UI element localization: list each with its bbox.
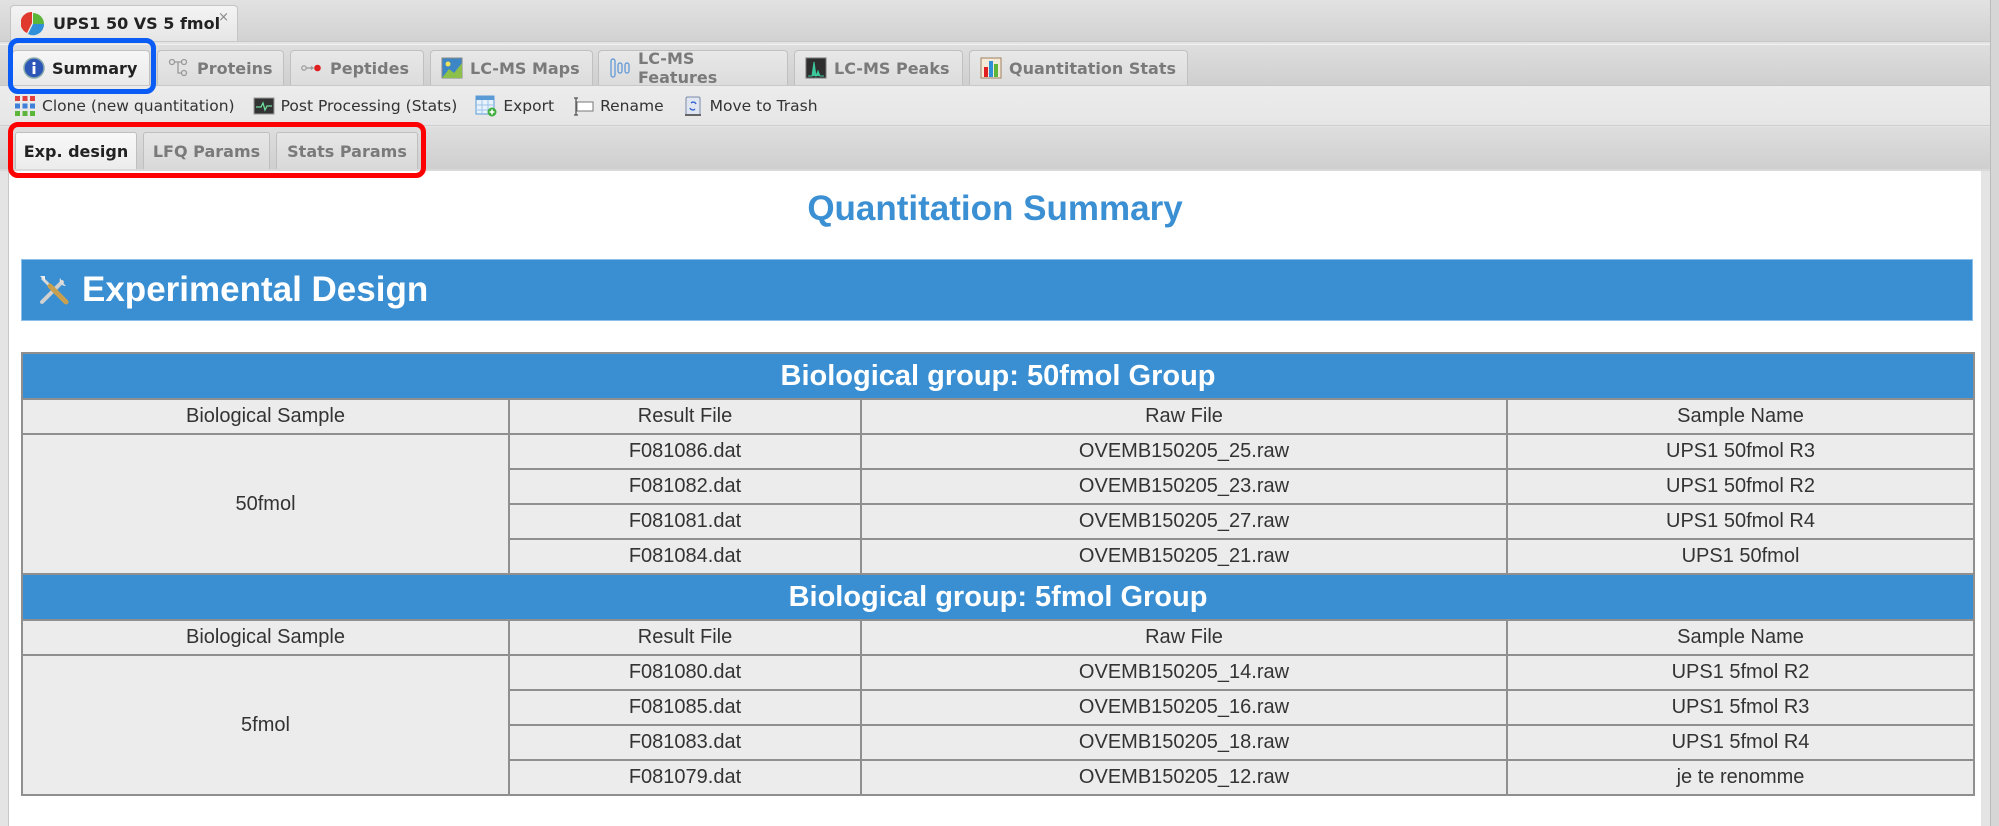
column-header: Biological Sample xyxy=(21,398,510,435)
tab-summary-label: Summary xyxy=(52,58,138,78)
tab-lcms-maps[interactable]: LC-MS Maps xyxy=(430,50,593,85)
sample-name-cell: UPS1 5fmol R4 xyxy=(1506,724,1975,761)
group-title: Biological group: 50fmol Group xyxy=(21,352,1975,400)
section-title: Experimental Design xyxy=(82,270,429,309)
clone-button[interactable]: Clone (new quantitation) xyxy=(14,95,235,117)
features-icon xyxy=(609,57,631,79)
quantitation-pie-icon xyxy=(21,11,45,35)
raw-file-cell: OVEMB150205_14.raw xyxy=(860,654,1508,691)
result-file-cell: F081080.dat xyxy=(508,654,862,691)
column-header: Raw File xyxy=(860,619,1508,656)
sample-name-cell: UPS1 50fmol R2 xyxy=(1506,468,1975,505)
column-header: Result File xyxy=(508,398,862,435)
group-header-row: Biological group: 5fmol Group xyxy=(21,573,1975,621)
result-file-cell: F081084.dat xyxy=(508,538,862,575)
move-to-trash-button[interactable]: Move to Trash xyxy=(682,95,818,117)
table-row: 50fmol F081086.dat OVEMB150205_25.raw UPS1 … xyxy=(21,433,1975,575)
peptide-icon xyxy=(301,57,323,79)
raw-file-cell: OVEMB150205_23.raw xyxy=(860,468,1508,505)
tab-proteins[interactable]: Proteins xyxy=(157,50,284,85)
tab-summary[interactable]: Summary xyxy=(12,50,150,85)
raw-file-cell: OVEMB150205_18.raw xyxy=(860,724,1508,761)
tab-exp-design[interactable]: Exp. design xyxy=(15,132,137,169)
raw-file-cell: OVEMB150205_16.raw xyxy=(860,689,1508,726)
sample-name-cell: je te renomme xyxy=(1506,759,1975,796)
tab-lcms-features-label: LC-MS Features xyxy=(638,49,718,87)
raw-file-cell: OVEMB150205_12.raw xyxy=(860,759,1508,796)
column-header: Result File xyxy=(508,619,862,656)
raw-file-cell: OVEMB150205_21.raw xyxy=(860,538,1508,575)
tab-peptides[interactable]: Peptides xyxy=(290,50,424,85)
main-tab-bar: Summary Proteins Peptides LC-MS Maps LC-… xyxy=(0,44,1990,87)
group-header-row: Biological group: 50fmol Group xyxy=(21,352,1975,400)
document-tab[interactable]: UPS1 50 VS 5 fmol × xyxy=(10,5,238,41)
tab-lfq-params-label: LFQ Params xyxy=(152,141,261,161)
app-frame: UPS1 50 VS 5 fmol × Summary Proteins Pep… xyxy=(0,0,1991,826)
move-to-trash-button-label: Move to Trash xyxy=(709,96,818,115)
tab-quantitation-stats-label: Quantitation Stats xyxy=(1009,58,1176,78)
experimental-design-header: Experimental Design xyxy=(21,259,1973,321)
document-tab-title: UPS1 50 VS 5 fmol xyxy=(53,14,221,33)
tab-lcms-peaks-label: LC-MS Peaks xyxy=(834,58,950,78)
column-header: Raw File xyxy=(860,398,1508,435)
result-file-cell: F081082.dat xyxy=(508,468,862,505)
tab-stats-params-label: Stats Params xyxy=(287,141,407,161)
close-tab-icon[interactable]: × xyxy=(218,10,229,25)
export-button[interactable]: Export xyxy=(475,95,554,117)
column-header-row: Biological Sample Result File Raw File Samp… xyxy=(21,398,1975,435)
result-file-cell: F081083.dat xyxy=(508,724,862,761)
raw-file-cell: OVEMB150205_27.raw xyxy=(860,503,1508,540)
rename-button-label: Rename xyxy=(600,96,664,115)
page-title: Quantitation Summary xyxy=(807,189,1183,228)
rename-button[interactable]: Rename xyxy=(572,95,664,117)
info-icon xyxy=(23,57,45,79)
column-header: Sample Name xyxy=(1506,398,1975,435)
tab-exp-design-label: Exp. design xyxy=(23,141,129,161)
tab-lfq-params[interactable]: LFQ Params xyxy=(143,132,270,169)
tab-lcms-features[interactable]: LC-MS Features xyxy=(598,49,788,87)
rename-icon xyxy=(572,95,594,117)
sample-name-cell: UPS1 50fmol R4 xyxy=(1506,503,1975,540)
column-header: Sample Name xyxy=(1506,619,1975,656)
protein-tree-icon xyxy=(168,57,190,79)
result-file-cell: F081081.dat xyxy=(508,503,862,540)
bar-chart-icon xyxy=(980,57,1002,79)
peaks-icon xyxy=(805,57,827,79)
result-file-cell: F081085.dat xyxy=(508,689,862,726)
tab-quantitation-stats[interactable]: Quantitation Stats xyxy=(969,50,1188,85)
tab-peptides-label: Peptides xyxy=(330,58,409,78)
biological-sample-cell: 50fmol xyxy=(21,433,510,575)
raw-file-cell: OVEMB150205_25.raw xyxy=(860,433,1508,470)
clone-button-label: Clone (new quantitation) xyxy=(42,96,235,115)
result-file-cell: F081086.dat xyxy=(508,433,862,470)
biological-sample-cell: 5fmol xyxy=(21,654,510,796)
result-file-cell: F081079.dat xyxy=(508,759,862,796)
table-row: 5fmol F081080.dat OVEMB150205_14.raw UPS1 5… xyxy=(21,654,1975,796)
trash-icon xyxy=(682,95,704,117)
sub-tab-bar: Exp. design LFQ Params Stats Params xyxy=(0,127,1990,171)
post-processing-button[interactable]: Post Processing (Stats) xyxy=(253,95,458,117)
map-icon xyxy=(441,57,463,79)
group-title: Biological group: 5fmol Group xyxy=(21,573,1975,621)
summary-content: Quantitation Summary Experimental Design… xyxy=(8,171,1981,826)
export-button-label: Export xyxy=(503,96,555,115)
sample-name-cell: UPS1 5fmol R3 xyxy=(1506,689,1975,726)
monitor-icon xyxy=(253,95,275,117)
post-processing-button-label: Post Processing (Stats) xyxy=(280,96,458,115)
tools-icon xyxy=(40,276,69,305)
sample-name-cell: UPS1 50fmol R3 xyxy=(1506,433,1975,470)
sample-name-cell: UPS1 50fmol xyxy=(1506,538,1975,575)
export-table-icon xyxy=(475,95,497,117)
sample-name-cell: UPS1 5fmol R2 xyxy=(1506,654,1975,691)
tab-lcms-maps-label: LC-MS Maps xyxy=(470,58,580,78)
document-tab-bar: UPS1 50 VS 5 fmol × xyxy=(0,0,1990,42)
experimental-design-table: Biological group: 50fmol Group Biological… xyxy=(21,352,1975,796)
tab-proteins-label: Proteins xyxy=(197,58,273,78)
column-header: Biological Sample xyxy=(21,619,510,656)
tab-stats-params[interactable]: Stats Params xyxy=(276,132,418,169)
summary-toolbar: Clone (new quantitation) Post Processing… xyxy=(0,86,1990,126)
tab-lcms-peaks[interactable]: LC-MS Peaks xyxy=(794,50,963,85)
grid-icon xyxy=(14,95,36,117)
column-header-row: Biological Sample Result File Raw File Samp… xyxy=(21,619,1975,656)
